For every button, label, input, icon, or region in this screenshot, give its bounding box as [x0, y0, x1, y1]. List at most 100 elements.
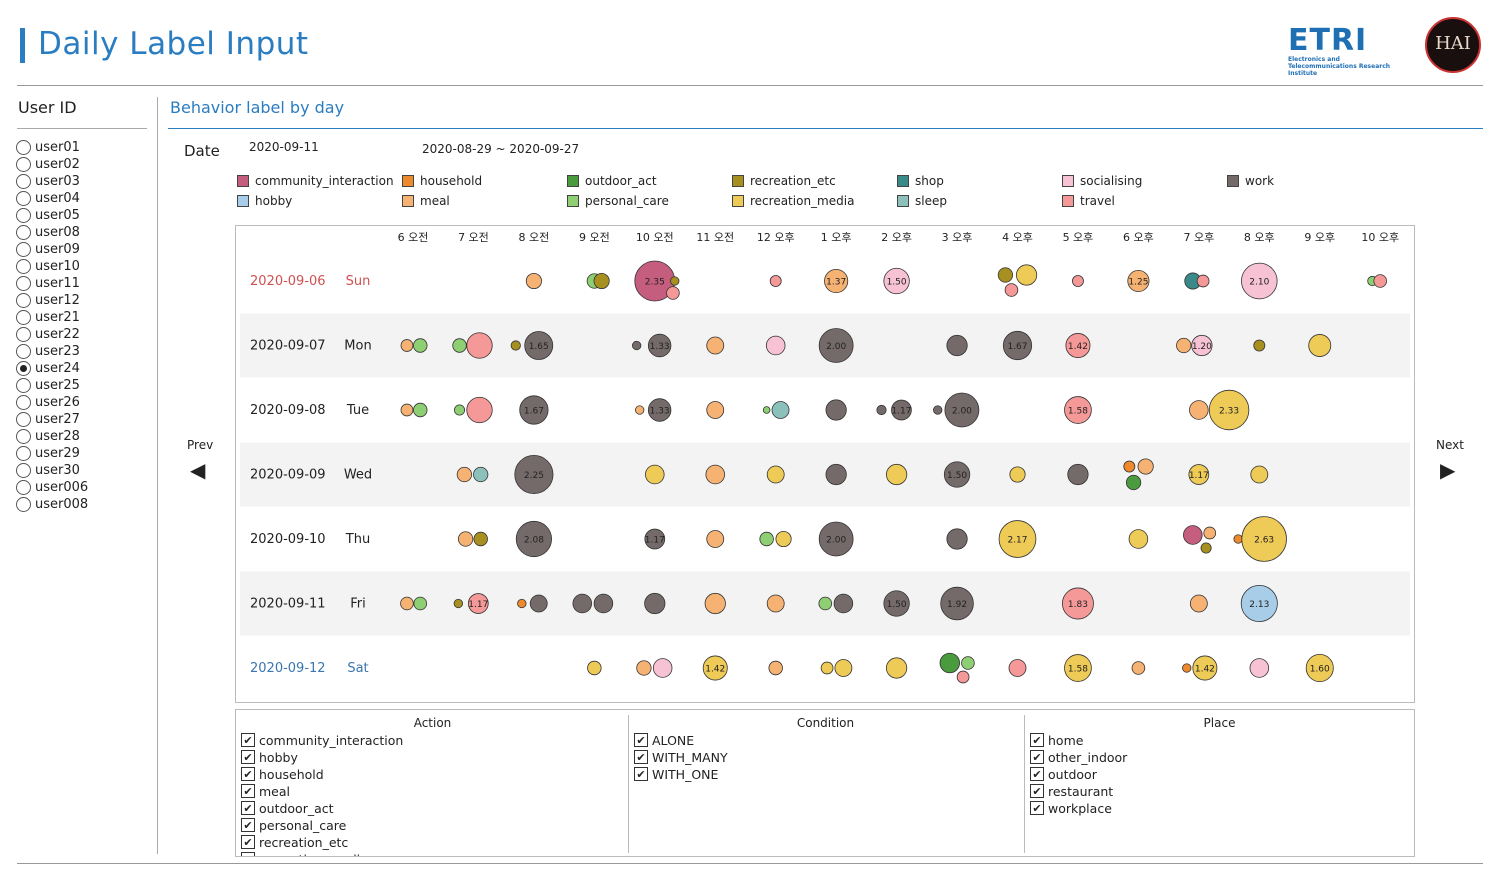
user-radio-user12[interactable]: user12: [16, 292, 88, 309]
radio-button-icon[interactable]: [16, 242, 31, 257]
user-radio-user22[interactable]: user22: [16, 326, 88, 343]
filter-checkbox-WITH_ONE[interactable]: ✔ WITH_ONE: [634, 766, 718, 782]
next-arrow-icon[interactable]: ▶: [1440, 458, 1455, 482]
radio-button-icon[interactable]: [16, 344, 31, 359]
radio-button-icon[interactable]: [16, 446, 31, 461]
radio-button-icon[interactable]: [16, 497, 31, 512]
radio-button-icon[interactable]: [16, 174, 31, 189]
user-radio-user08[interactable]: user08: [16, 224, 88, 241]
radio-button-icon[interactable]: [16, 378, 31, 393]
user-radio-user28[interactable]: user28: [16, 428, 88, 445]
user-radio-user006[interactable]: user006: [16, 479, 88, 496]
filter-checkbox-recreation_etc[interactable]: ✔ recreation_etc: [241, 834, 348, 850]
user-radio-user23[interactable]: user23: [16, 343, 88, 360]
legend-swatch: [1062, 195, 1074, 207]
filter-checkbox-label: household: [259, 766, 324, 782]
checkmark-icon[interactable]: ✔: [241, 818, 255, 832]
day-weekday-label: Sat: [347, 661, 368, 676]
filter-checkbox-WITH_MANY[interactable]: ✔ WITH_MANY: [634, 749, 728, 765]
checkmark-icon[interactable]: ✔: [1030, 750, 1044, 764]
user-radio-user03[interactable]: user03: [16, 173, 88, 190]
checkmark-icon[interactable]: ✔: [241, 852, 255, 856]
bubble-recreation_media: [1009, 466, 1026, 483]
radio-button-icon[interactable]: [16, 412, 31, 427]
filter-checkbox-outdoor[interactable]: ✔ outdoor: [1030, 766, 1097, 782]
date-label: Date: [184, 142, 220, 160]
title-accent-bar: [20, 28, 25, 63]
user-radio-user30[interactable]: user30: [16, 462, 88, 479]
user-radio-label: user27: [35, 412, 80, 427]
checkmark-icon[interactable]: ✔: [634, 767, 648, 781]
date-picker-value[interactable]: 2020-09-11: [249, 140, 319, 154]
checkmark-icon[interactable]: ✔: [1030, 784, 1044, 798]
filter-checkbox-personal_care[interactable]: ✔ personal_care: [241, 817, 346, 833]
bubble-travel: [466, 396, 493, 424]
user-radio-user01[interactable]: user01: [16, 139, 88, 156]
filter-checkbox-other_indoor[interactable]: ✔ other_indoor: [1030, 749, 1127, 765]
user-radio-user25[interactable]: user25: [16, 377, 88, 394]
user-radio-label: user09: [35, 242, 80, 257]
user-radio-user10[interactable]: user10: [16, 258, 88, 275]
checkmark-icon[interactable]: ✔: [1030, 801, 1044, 815]
bubble-value-label: 1.42: [705, 665, 725, 675]
checkmark-icon[interactable]: ✔: [241, 733, 255, 747]
radio-button-icon[interactable]: [16, 259, 31, 274]
filter-checkbox-ALONE[interactable]: ✔ ALONE: [634, 732, 694, 748]
legend-label: household: [420, 174, 483, 188]
prev-arrow-icon[interactable]: ◀: [190, 458, 205, 482]
filter-checkbox-recreation_media[interactable]: ✔ recreation_media: [241, 851, 368, 857]
user-radio-user11[interactable]: user11: [16, 275, 88, 292]
filter-checkbox-workplace[interactable]: ✔ workplace: [1030, 800, 1112, 816]
filter-checkbox-restaurant[interactable]: ✔ restaurant: [1030, 783, 1113, 799]
radio-button-icon[interactable]: [16, 395, 31, 410]
radio-button-icon[interactable]: [16, 463, 31, 478]
legend-label: hobby: [255, 194, 293, 208]
radio-button-icon[interactable]: [16, 191, 31, 206]
bubble-meal: [706, 401, 725, 419]
filter-checkbox-meal[interactable]: ✔ meal: [241, 783, 290, 799]
checkmark-icon[interactable]: ✔: [241, 784, 255, 798]
radio-button-icon[interactable]: [16, 310, 31, 325]
filter-checkbox-community_interaction[interactable]: ✔ community_interaction: [241, 732, 403, 748]
checkmark-icon[interactable]: ✔: [241, 835, 255, 849]
radio-button-icon[interactable]: [16, 208, 31, 223]
user-radio-user008[interactable]: user008: [16, 496, 88, 513]
radio-button-icon[interactable]: [16, 429, 31, 444]
bubble-recreation_etc: [670, 276, 680, 286]
filter-checkbox-outdoor_act[interactable]: ✔ outdoor_act: [241, 800, 334, 816]
radio-button-icon[interactable]: [16, 140, 31, 155]
user-radio-user04[interactable]: user04: [16, 190, 88, 207]
checkmark-icon[interactable]: ✔: [634, 733, 648, 747]
legend-label: personal_care: [585, 194, 669, 208]
bubble-meal: [1189, 594, 1208, 613]
user-radio-user29[interactable]: user29: [16, 445, 88, 462]
filter-checkbox-hobby[interactable]: ✔ hobby: [241, 749, 298, 765]
filter-checkbox-label: ALONE: [652, 732, 695, 748]
bubble-travel: [1004, 283, 1019, 297]
filter-checkbox-household[interactable]: ✔ household: [241, 766, 324, 782]
user-radio-user21[interactable]: user21: [16, 309, 88, 326]
radio-button-icon[interactable]: [16, 225, 31, 240]
radio-button-icon[interactable]: [16, 361, 31, 376]
user-radio-user05[interactable]: user05: [16, 207, 88, 224]
checkmark-icon[interactable]: ✔: [1030, 767, 1044, 781]
checkmark-icon[interactable]: ✔: [634, 750, 648, 764]
checkmark-icon[interactable]: ✔: [1030, 733, 1044, 747]
user-radio-user02[interactable]: user02: [16, 156, 88, 173]
filter-checkbox-label: recreation_media: [259, 852, 368, 857]
checkmark-icon[interactable]: ✔: [241, 801, 255, 815]
hour-tick-label: 4 오후: [1002, 231, 1033, 244]
filter-checkbox-home[interactable]: ✔ home: [1030, 732, 1083, 748]
user-radio-user27[interactable]: user27: [16, 411, 88, 428]
checkmark-icon[interactable]: ✔: [241, 767, 255, 781]
radio-button-icon[interactable]: [16, 157, 31, 172]
radio-button-icon[interactable]: [16, 327, 31, 342]
user-radio-user26[interactable]: user26: [16, 394, 88, 411]
bubble-recreation_media: [885, 463, 908, 486]
checkmark-icon[interactable]: ✔: [241, 750, 255, 764]
radio-button-icon[interactable]: [16, 480, 31, 495]
radio-button-icon[interactable]: [16, 276, 31, 291]
radio-button-icon[interactable]: [16, 293, 31, 308]
user-radio-user09[interactable]: user09: [16, 241, 88, 258]
user-radio-user24[interactable]: user24: [16, 360, 88, 377]
